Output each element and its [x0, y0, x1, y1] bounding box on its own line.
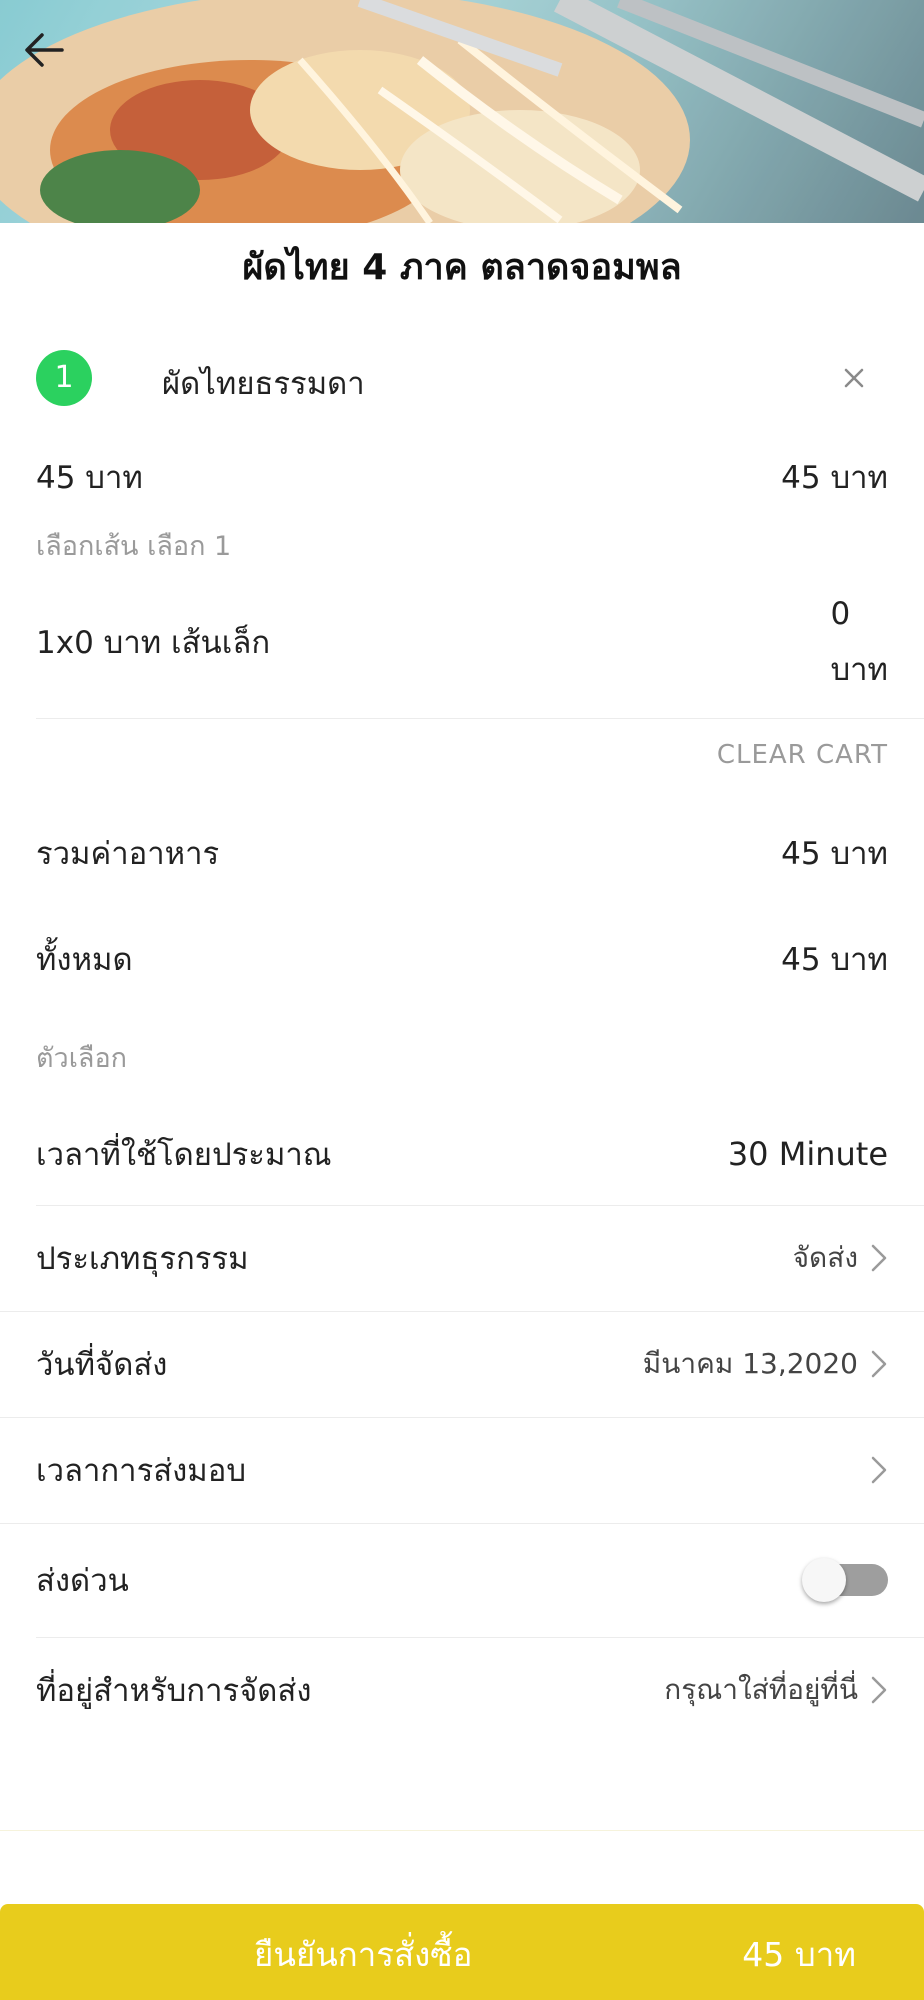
confirm-order-button[interactable]: ยืนยันการสั่งซื้อ 45 บาท: [0, 1904, 924, 2000]
option-row: 1x0 บาท เส้นเล็ก 0 บาท: [36, 586, 888, 698]
food-photo-illustration: [0, 0, 924, 223]
express-toggle[interactable]: [802, 1558, 888, 1602]
express-row: ส่งด่วน: [36, 1550, 888, 1610]
item-name: ผัดไทยธรรมดา: [162, 366, 365, 402]
estimated-time-label: เวลาที่ใช้โดยประมาณ: [36, 1137, 332, 1173]
grand-total-value: 45 บาท: [781, 942, 888, 978]
estimated-time-value: 30 Minute: [727, 1135, 888, 1173]
chevron-right-icon: [871, 1244, 887, 1272]
divider: [36, 1205, 924, 1206]
express-toggle-knob: [802, 1558, 846, 1602]
back-arrow-icon: [25, 33, 64, 67]
delivery-time-right: [870, 1455, 888, 1485]
confirm-order-label: ยืนยันการสั่งซื้อ: [254, 1935, 473, 1974]
delivery-date-row[interactable]: วันที่จัดส่ง มีนาคม 13,2020: [36, 1334, 888, 1394]
options-section-text: ตัวเลือก: [36, 1043, 128, 1074]
option-price-unit: บาท: [830, 652, 888, 688]
options-section-label: ตัวเลือก: [36, 1036, 888, 1079]
remove-item-button[interactable]: [840, 364, 868, 392]
grand-total-row: ทั้งหมด 45 บาท: [36, 934, 888, 984]
clear-cart-button[interactable]: CLEAR CART: [717, 740, 888, 770]
chevron-right-icon: [871, 1676, 887, 1704]
food-total-row: รวมค่าอาหาร 45 บาท: [36, 828, 888, 878]
address-value: กรุณาใส่ที่อยู่ที่นี่: [664, 1673, 858, 1706]
option-label: 1x0 บาท เส้นเล็ก: [36, 625, 271, 661]
divider: [36, 1637, 924, 1638]
line-total: 45 บาท: [781, 460, 888, 496]
food-total-label: รวมค่าอาหาร: [36, 836, 220, 872]
divider: [0, 1417, 924, 1418]
express-label: ส่งด่วน: [36, 1563, 129, 1599]
confirm-order-total: 45 บาท: [742, 1935, 856, 1974]
chevron-right-icon: [871, 1350, 887, 1378]
estimated-time-row: เวลาที่ใช้โดยประมาณ 30 Minute: [36, 1124, 888, 1184]
chevron-right-icon: [871, 1456, 887, 1484]
divider: [0, 1523, 924, 1524]
business-type-value: จัดส่ง: [792, 1241, 858, 1274]
business-type-right: จัดส่ง: [793, 1236, 888, 1280]
divider: [0, 1311, 924, 1312]
option-group-label: เลือกเส้น เลือก 1: [36, 524, 888, 567]
food-total-value: 45 บาท: [781, 836, 888, 872]
quantity-badge: 1: [36, 350, 92, 406]
grand-total-label: ทั้งหมด: [36, 942, 133, 978]
delivery-date-right: มีนาคม 13,2020: [643, 1342, 888, 1386]
delivery-time-row[interactable]: เวลาการส่งมอบ: [36, 1440, 888, 1500]
delivery-date-label: วันที่จัดส่ง: [36, 1347, 168, 1383]
back-button[interactable]: [24, 32, 84, 92]
unit-price: 45 บาท: [36, 460, 143, 496]
business-type-row[interactable]: ประเภทธุรกรรม จัดส่ง: [36, 1228, 888, 1288]
item-price-row: 45 บาท 45 บาท: [36, 452, 888, 502]
delivery-date-value: มีนาคม 13,2020: [642, 1347, 858, 1380]
option-group-text: เลือกเส้น เลือก 1: [36, 531, 232, 562]
option-price: 0 บาท: [830, 586, 888, 698]
cart-item: 1 ผัดไทยธรรมดา: [36, 350, 888, 406]
food-photo: [0, 0, 924, 223]
option-price-value: 0: [830, 596, 851, 632]
address-row[interactable]: ที่อยู่สำหรับการจัดส่ง กรุณาใส่ที่อยู่ที…: [36, 1660, 888, 1720]
shop-name: ผัดไทย 4 ภาค ตลาดจอมพล: [242, 247, 682, 288]
delivery-time-label: เวลาการส่งมอบ: [36, 1453, 247, 1489]
divider: [36, 718, 924, 719]
business-type-label: ประเภทธุรกรรม: [36, 1241, 249, 1277]
address-right: กรุณาใส่ที่อยู่ที่นี่: [664, 1668, 888, 1712]
close-icon: [844, 368, 864, 388]
divider: [0, 1830, 924, 1831]
address-label: ที่อยู่สำหรับการจัดส่ง: [36, 1673, 312, 1709]
